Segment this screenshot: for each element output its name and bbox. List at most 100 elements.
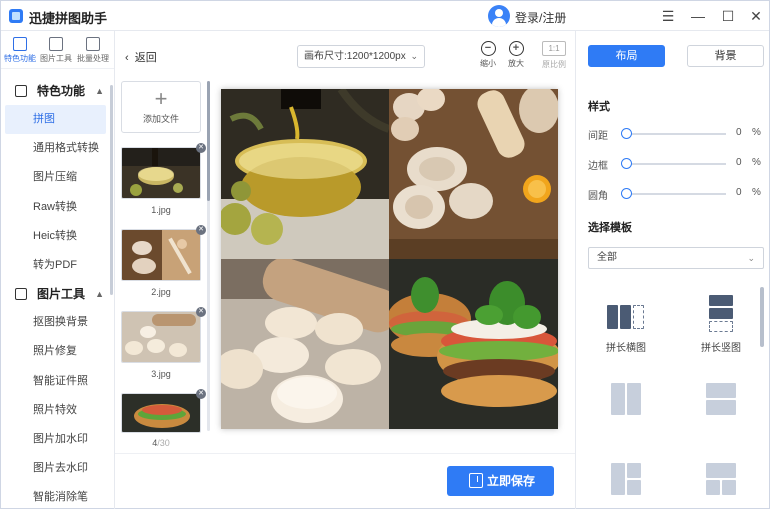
menu-item-remove-watermark[interactable]: 图片去水印 (1, 454, 114, 483)
canvas-size-select[interactable]: 画布尺寸:1200*1200px ⌄ (297, 45, 425, 68)
section-label: 图片工具 (37, 287, 86, 302)
menu-item-raw[interactable]: Raw转换 (1, 193, 114, 222)
settings-panel: 布局 背景 样式 间距 0 % 边框 0 % 圆角 0 % 选择模板 全部 ⌄ (575, 31, 769, 509)
remove-thumbnail-icon[interactable]: ✕ (196, 389, 206, 399)
file-count: 4/30 (121, 438, 201, 448)
slider-value: 0 (736, 157, 742, 168)
zoom-in-button[interactable]: + 放大 (501, 41, 531, 69)
menu-item-pdf[interactable]: 转为PDF (1, 251, 114, 280)
template-grid-icon (607, 463, 645, 495)
rail-tab-image-tools[interactable]: 图片工具 (39, 35, 73, 64)
thumbnail-1[interactable] (121, 147, 201, 199)
menu-icon[interactable]: ☰ (657, 5, 679, 27)
save-button[interactable]: 立即保存 (447, 466, 554, 496)
user-avatar-icon[interactable] (488, 5, 510, 27)
remove-thumbnail-icon[interactable]: ✕ (196, 143, 206, 153)
slider-border[interactable]: 边框 0 % (588, 157, 763, 172)
slider-label: 圆角 (588, 191, 608, 202)
collage-canvas[interactable] (221, 89, 558, 429)
slider-unit: % (752, 157, 761, 168)
menu-section-features[interactable]: 特色功能 ▲ (1, 77, 114, 105)
template-vertical-icon (702, 295, 740, 333)
slider-knob[interactable] (621, 158, 632, 169)
template-two-rows[interactable] (681, 383, 761, 421)
app-title: 迅捷拼图助手 (29, 11, 108, 26)
thumbnail-3[interactable] (121, 311, 201, 363)
sidebar-scrollbar[interactable] (110, 85, 113, 295)
slider-knob[interactable] (621, 128, 632, 139)
image-tools-section-icon (15, 288, 27, 301)
image-tool-icon (49, 37, 63, 51)
thumbnail-label: 2.jpg (151, 287, 171, 297)
zoom-out-button[interactable]: − 缩小 (473, 41, 503, 69)
back-button[interactable]: ‹ 返回 (125, 49, 157, 65)
download-icon (469, 473, 483, 488)
menu-item-cutout[interactable]: 抠图换背景 (1, 308, 114, 337)
menu-item-effects[interactable]: 照片特效 (1, 396, 114, 425)
thumbnail-image (122, 312, 200, 362)
login-register-link[interactable]: 登录/注册 (515, 9, 566, 26)
batch-icon (86, 37, 100, 51)
collage-cell-oil[interactable] (221, 89, 389, 259)
slider-corner[interactable]: 圆角 0 % (588, 187, 763, 202)
template-long-horizontal[interactable]: 拼长横图 (586, 301, 666, 354)
slider-track[interactable] (626, 163, 726, 165)
title-bar: 迅捷拼图助手 登录/注册 ☰ — ☐ ✕ (1, 1, 769, 31)
tab-layout[interactable]: 布局 (588, 45, 665, 67)
collage-photo-dough (221, 259, 389, 429)
slider-label: 边框 (588, 161, 608, 172)
menu-item-id-photo[interactable]: 智能证件照 (1, 367, 114, 396)
file-count-total: /30 (157, 438, 170, 448)
thumbnail-label: 1.jpg (151, 205, 171, 215)
menu-section-image-tools[interactable]: 图片工具 ▲ (1, 280, 114, 308)
template-grid-a[interactable] (586, 463, 666, 501)
template-two-rows-icon (702, 383, 740, 415)
slider-spacing[interactable]: 间距 0 % (588, 127, 763, 142)
template-filter-value: 全部 (597, 252, 617, 263)
chevron-up-icon: ▲ (95, 289, 104, 300)
tab-background[interactable]: 背景 (687, 45, 764, 67)
remove-thumbnail-icon[interactable]: ✕ (196, 225, 206, 235)
slider-track[interactable] (626, 133, 726, 135)
remove-thumbnail-icon[interactable]: ✕ (196, 307, 206, 317)
collage-cell-dough[interactable] (221, 259, 389, 429)
star-grid-icon (13, 37, 27, 51)
menu-item-format-convert[interactable]: 通用格式转换 (1, 134, 114, 163)
menu-item-heic[interactable]: Heic转换 (1, 222, 114, 251)
maximize-icon[interactable]: ☐ (717, 5, 739, 27)
template-grid-b[interactable] (681, 463, 761, 501)
template-grid-icon (702, 463, 740, 495)
collage-cell-pasta[interactable] (389, 89, 558, 259)
file-strip-scrollbar[interactable] (207, 81, 210, 431)
zoom-out-label: 缩小 (480, 59, 496, 68)
add-file-label: 添加文件 (142, 114, 179, 124)
minimize-icon[interactable]: — (687, 5, 709, 27)
menu-item-eraser[interactable]: 智能消除笔 (1, 483, 114, 509)
panel-scrollbar[interactable] (760, 287, 764, 347)
collage-cell-burger[interactable] (389, 259, 558, 429)
menu-item-photo-repair[interactable]: 照片修复 (1, 337, 114, 366)
slider-value: 0 (736, 187, 742, 198)
slider-knob[interactable] (621, 188, 632, 199)
style-title: 样式 (588, 101, 610, 113)
add-file-button[interactable]: + 添加文件 (121, 81, 201, 133)
menu-item-add-watermark[interactable]: 图片加水印 (1, 425, 114, 454)
menu-item-collage[interactable]: 拼图 (5, 105, 106, 135)
sidebar-menu: 特色功能 ▲ 拼图 通用格式转换 图片压缩 Raw转换 Heic转换 转为PDF… (1, 77, 114, 509)
slider-value: 0 (736, 127, 742, 138)
collage-photo-pasta (389, 89, 558, 259)
ratio-value: 1:1 (542, 41, 566, 56)
template-long-vertical[interactable]: 拼长竖图 (681, 295, 761, 354)
original-ratio-button[interactable]: 1:1 原比例 (539, 41, 569, 70)
thumbnail-2[interactable] (121, 229, 201, 281)
menu-item-compress[interactable]: 图片压缩 (1, 163, 114, 192)
template-filter-select[interactable]: 全部 ⌄ (588, 247, 764, 269)
thumbnail-4[interactable] (121, 393, 201, 433)
thumbnail-image (122, 148, 200, 198)
rail-tab-batch[interactable]: 批量处理 (76, 35, 110, 64)
rail-tab-features[interactable]: 特色功能 (3, 35, 37, 64)
template-two-columns[interactable] (586, 383, 666, 421)
slider-track[interactable] (626, 193, 726, 195)
save-label: 立即保存 (487, 474, 536, 488)
close-icon[interactable]: ✕ (745, 5, 767, 27)
